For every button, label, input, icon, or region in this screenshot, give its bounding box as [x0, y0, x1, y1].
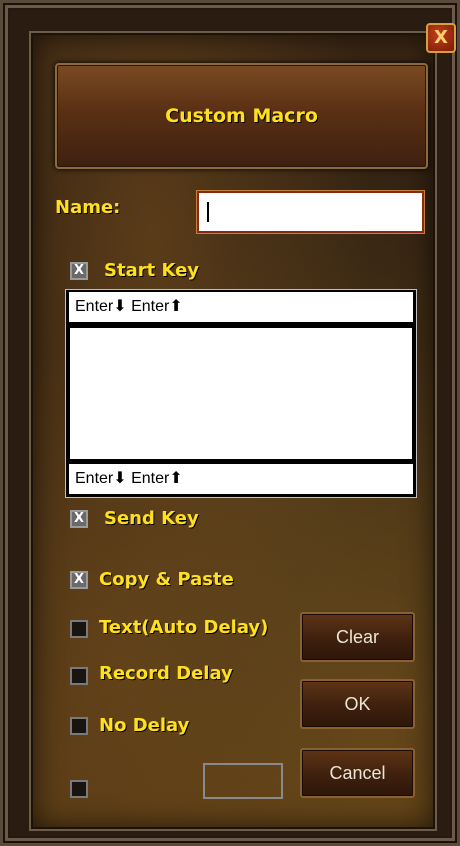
empty-value-box[interactable]: [203, 763, 283, 799]
clear-button[interactable]: Clear: [300, 612, 415, 662]
send-key-label: Send Key: [104, 508, 199, 529]
ok-button[interactable]: OK: [300, 679, 415, 729]
text-auto-delay-checkbox[interactable]: [70, 620, 88, 638]
send-key-sequence[interactable]: Enter⬇ Enter⬆: [67, 462, 415, 496]
record-delay-checkbox[interactable]: [70, 667, 88, 685]
name-label: Name:: [55, 197, 121, 218]
macro-window: X Custom Macro Name: X Start Key Enter⬇ …: [0, 0, 460, 846]
no-delay-checkbox[interactable]: [70, 717, 88, 735]
cancel-button[interactable]: Cancel: [300, 748, 415, 798]
start-key-sequence[interactable]: Enter⬇ Enter⬆: [67, 290, 415, 324]
extra-option-checkbox[interactable]: [70, 780, 88, 798]
copy-paste-label: Copy & Paste: [99, 569, 234, 590]
macro-text-area[interactable]: [67, 325, 415, 462]
start-key-checkbox[interactable]: X: [70, 262, 88, 280]
text-cursor: [207, 202, 209, 222]
start-key-label: Start Key: [104, 260, 200, 281]
name-input[interactable]: [196, 190, 425, 234]
record-delay-label: Record Delay: [99, 663, 233, 684]
text-auto-delay-label: Text(Auto Delay): [99, 617, 269, 638]
close-button[interactable]: X: [426, 23, 456, 53]
copy-paste-checkbox[interactable]: X: [70, 571, 88, 589]
window-title: Custom Macro: [165, 105, 318, 127]
send-key-checkbox[interactable]: X: [70, 510, 88, 528]
no-delay-label: No Delay: [99, 715, 190, 736]
title-panel: Custom Macro: [55, 63, 428, 169]
